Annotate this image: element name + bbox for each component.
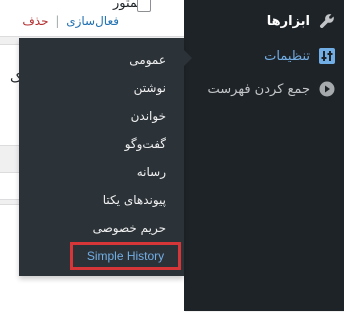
collapse-arrow-icon bbox=[318, 80, 336, 98]
plugin-row: المتور فعال‌سازی | حذف bbox=[0, 0, 185, 37]
sidebar-item-tools-label: ابزارها bbox=[266, 13, 310, 29]
wrench-icon bbox=[318, 12, 336, 30]
submenu-item-writing[interactable]: نوشتن bbox=[134, 80, 166, 96]
plugin-row-actions: فعال‌سازی | حذف bbox=[22, 14, 119, 28]
collapse-menu-label: جمع کردن فهرست bbox=[207, 81, 310, 97]
collapse-menu-button[interactable]: جمع کردن فهرست bbox=[184, 72, 344, 106]
submenu-item-general[interactable]: عمومی bbox=[129, 52, 166, 68]
submenu-item-discussion[interactable]: گفت‌وگو bbox=[125, 136, 166, 152]
submenu-item-privacy[interactable]: حریم خصوصی bbox=[93, 220, 166, 236]
settings-sliders-icon bbox=[318, 47, 336, 65]
settings-submenu: عمومی نوشتن خواندن گفت‌وگو رسانه پیوندها… bbox=[19, 38, 192, 276]
plugin-checkbox[interactable] bbox=[137, 0, 151, 12]
sidebar-item-settings-label: تنظیمات bbox=[264, 48, 310, 64]
sidebar-item-settings[interactable]: تنظیمات bbox=[184, 39, 344, 73]
action-separator: | bbox=[55, 14, 60, 28]
submenu-item-permalinks[interactable]: پیوندهای یکتا bbox=[103, 192, 166, 208]
submenu-item-simple-history[interactable]: Simple History bbox=[70, 242, 181, 270]
delete-link[interactable]: حذف bbox=[22, 14, 48, 28]
admin-sidebar: ابزارها تنظیمات جمع کردن فهرست bbox=[184, 0, 344, 311]
activate-link[interactable]: فعال‌سازی bbox=[66, 14, 119, 28]
sidebar-item-tools[interactable]: ابزارها bbox=[184, 4, 344, 38]
submenu-item-media[interactable]: رسانه bbox=[137, 164, 166, 180]
submenu-item-reading[interactable]: خواندن bbox=[131, 108, 166, 124]
